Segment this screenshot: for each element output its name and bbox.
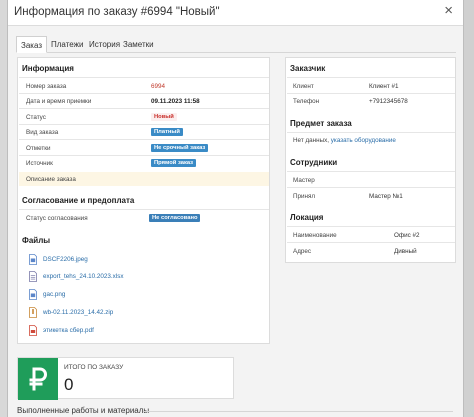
modal-header: Информация по заказу #6994 "Новый" × — [8, 0, 463, 26]
tab-order[interactable]: Заказ — [16, 36, 47, 53]
pdf-file-icon — [29, 325, 37, 336]
divider — [287, 77, 455, 78]
order-main-panel: Информация Номер заказа 6994 Дата и врем… — [17, 57, 270, 344]
divider — [287, 242, 455, 243]
status-badge: Новый — [151, 113, 177, 121]
order-type-label: Вид заказа — [26, 129, 59, 136]
divider — [143, 411, 453, 412]
subject-section-title: Предмет заказа — [290, 119, 352, 128]
description-label: Описание заказа — [26, 176, 76, 183]
customer-section-title: Заказчик — [290, 64, 326, 73]
page-backdrop-right — [464, 0, 474, 417]
accepted-value: Мастер №1 — [369, 193, 403, 200]
file-name[interactable]: export_tehs_24.10.2023.xlsx — [43, 273, 124, 280]
tab-payments[interactable]: Платежи — [47, 36, 87, 53]
archive-file-icon — [29, 307, 37, 318]
client-label: Клиент — [293, 83, 314, 90]
source-badge: Прямой заказ — [151, 159, 197, 167]
description-row: Описание заказа — [19, 172, 269, 186]
marks-badge: Не срочный заказ — [151, 144, 209, 152]
location-name-label: Наименование — [293, 232, 337, 239]
location-name-value: Офис #2 — [394, 232, 420, 239]
phone-label: Телефон — [293, 98, 320, 105]
master-label: Мастер — [293, 177, 315, 184]
divider — [19, 93, 269, 94]
datetime-label: Дата и время приемки — [26, 98, 92, 105]
accepted-label: Принял — [293, 193, 316, 200]
total-value: 0 — [64, 375, 74, 394]
location-section-title: Локация — [290, 213, 324, 222]
divider — [19, 108, 269, 109]
info-section-title: Информация — [22, 64, 74, 73]
file-name[interactable]: этикетка сбер.pdf — [43, 327, 94, 334]
staff-section-title: Сотрудники — [290, 158, 338, 167]
order-type-badge: Платный — [151, 128, 183, 136]
approval-section-title: Согласование и предоплата — [22, 196, 135, 205]
image-file-icon — [29, 254, 37, 265]
file-name[interactable]: gac.png — [43, 291, 65, 298]
status-label: Статус — [26, 114, 46, 121]
datetime-value: 09.11.2023 11:58 — [151, 98, 200, 105]
divider — [287, 93, 455, 94]
file-name[interactable]: DSCF2206.jpeg — [43, 256, 88, 263]
no-data-text: Нет данных, — [293, 137, 330, 144]
order-total-box: ИТОГО ПО ЗАКАЗУ 0 — [17, 357, 234, 400]
document-file-icon — [29, 271, 37, 282]
files-section-title: Файлы — [22, 236, 51, 245]
order-number-value: 6994 — [151, 83, 166, 90]
source-label: Источник — [26, 160, 53, 167]
order-side-panel: Заказчик Клиент Клиент #1 Телефон +79123… — [285, 57, 456, 263]
phone-value[interactable]: +7912345678 — [369, 98, 408, 105]
works-section-title: Выполненные работы и материалы — [17, 406, 150, 415]
divider — [19, 155, 269, 156]
tab-notes[interactable]: Заметки — [119, 36, 158, 53]
divider — [287, 187, 455, 188]
tab-bar: Заказ Платежи История Заметки — [16, 36, 456, 53]
subject-text: Нет данных, указать оборудование — [293, 137, 396, 144]
divider — [19, 77, 269, 78]
ruble-icon — [29, 367, 47, 391]
divider — [287, 132, 455, 133]
divider — [287, 171, 455, 172]
ruble-icon-box — [18, 358, 58, 400]
image-file-icon — [29, 289, 37, 300]
divider — [19, 209, 269, 210]
divider — [19, 124, 269, 125]
order-number-label: Номер заказа — [26, 83, 67, 90]
specify-equipment-link[interactable]: указать оборудование — [331, 137, 396, 144]
address-value: Дивный — [394, 248, 417, 255]
approval-status-label: Статус согласования — [26, 215, 88, 222]
client-value[interactable]: Клиент #1 — [369, 83, 398, 90]
modal-title: Информация по заказу #6994 "Новый" — [14, 6, 220, 18]
file-name[interactable]: wb-02.11.2023_14.42.zip — [43, 309, 113, 316]
order-info-modal: Информация по заказу #6994 "Новый" × Зак… — [7, 0, 464, 417]
divider — [287, 226, 455, 227]
approval-status-badge: Не согласовано — [149, 214, 201, 222]
close-icon[interactable]: × — [444, 3, 453, 19]
marks-label: Отметки — [26, 145, 51, 152]
divider — [19, 139, 269, 140]
total-label: ИТОГО ПО ЗАКАЗУ — [64, 364, 124, 371]
address-label: Адрес — [293, 248, 312, 255]
